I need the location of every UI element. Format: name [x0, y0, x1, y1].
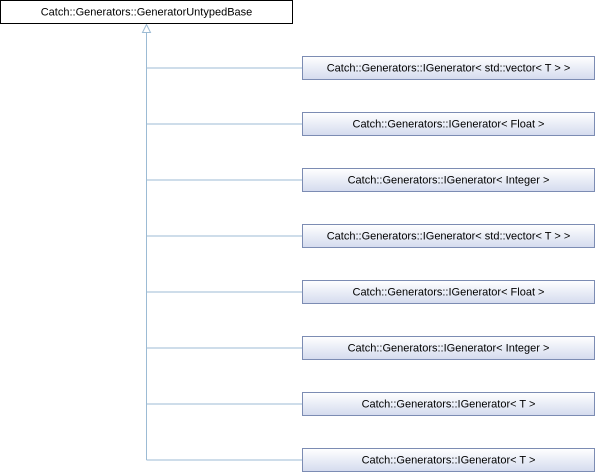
- derived-class-label: Catch::Generators::IGenerator< std::vect…: [327, 63, 571, 75]
- derived-class-nodes: Catch::Generators::IGenerator< std::vect…: [302, 56, 595, 472]
- derived-class-node[interactable]: Catch::Generators::IGenerator< Float >: [302, 112, 595, 136]
- derived-class-node[interactable]: Catch::Generators::IGenerator< T >: [302, 392, 595, 416]
- derived-class-label: Catch::Generators::IGenerator< Float >: [353, 287, 545, 299]
- derived-class-node[interactable]: Catch::Generators::IGenerator< Float >: [302, 280, 595, 304]
- derived-class-node[interactable]: Catch::Generators::IGenerator< Integer >: [302, 168, 595, 192]
- derived-class-node[interactable]: Catch::Generators::IGenerator< std::vect…: [302, 224, 595, 248]
- derived-class-node[interactable]: Catch::Generators::IGenerator< std::vect…: [302, 56, 595, 80]
- derived-class-label: Catch::Generators::IGenerator< std::vect…: [327, 231, 571, 243]
- inheritance-diagram: Catch::Generators::GeneratorUntypedBase …: [0, 0, 595, 472]
- base-class-node[interactable]: Catch::Generators::GeneratorUntypedBase: [0, 0, 293, 24]
- base-class-label: Catch::Generators::GeneratorUntypedBase: [41, 7, 253, 19]
- inheritance-edges: [141, 23, 303, 461]
- derived-class-node[interactable]: Catch::Generators::IGenerator< Integer >: [302, 336, 595, 360]
- inheritance-arrowhead: [141, 23, 152, 33]
- derived-class-label: Catch::Generators::IGenerator< Float >: [353, 119, 545, 131]
- derived-class-label: Catch::Generators::IGenerator< T >: [362, 399, 536, 411]
- derived-class-label: Catch::Generators::IGenerator< Integer >: [348, 175, 550, 187]
- derived-class-label: Catch::Generators::IGenerator< Integer >: [348, 343, 550, 355]
- derived-class-node[interactable]: Catch::Generators::IGenerator< T >: [302, 448, 595, 472]
- derived-class-label: Catch::Generators::IGenerator< T >: [362, 455, 536, 467]
